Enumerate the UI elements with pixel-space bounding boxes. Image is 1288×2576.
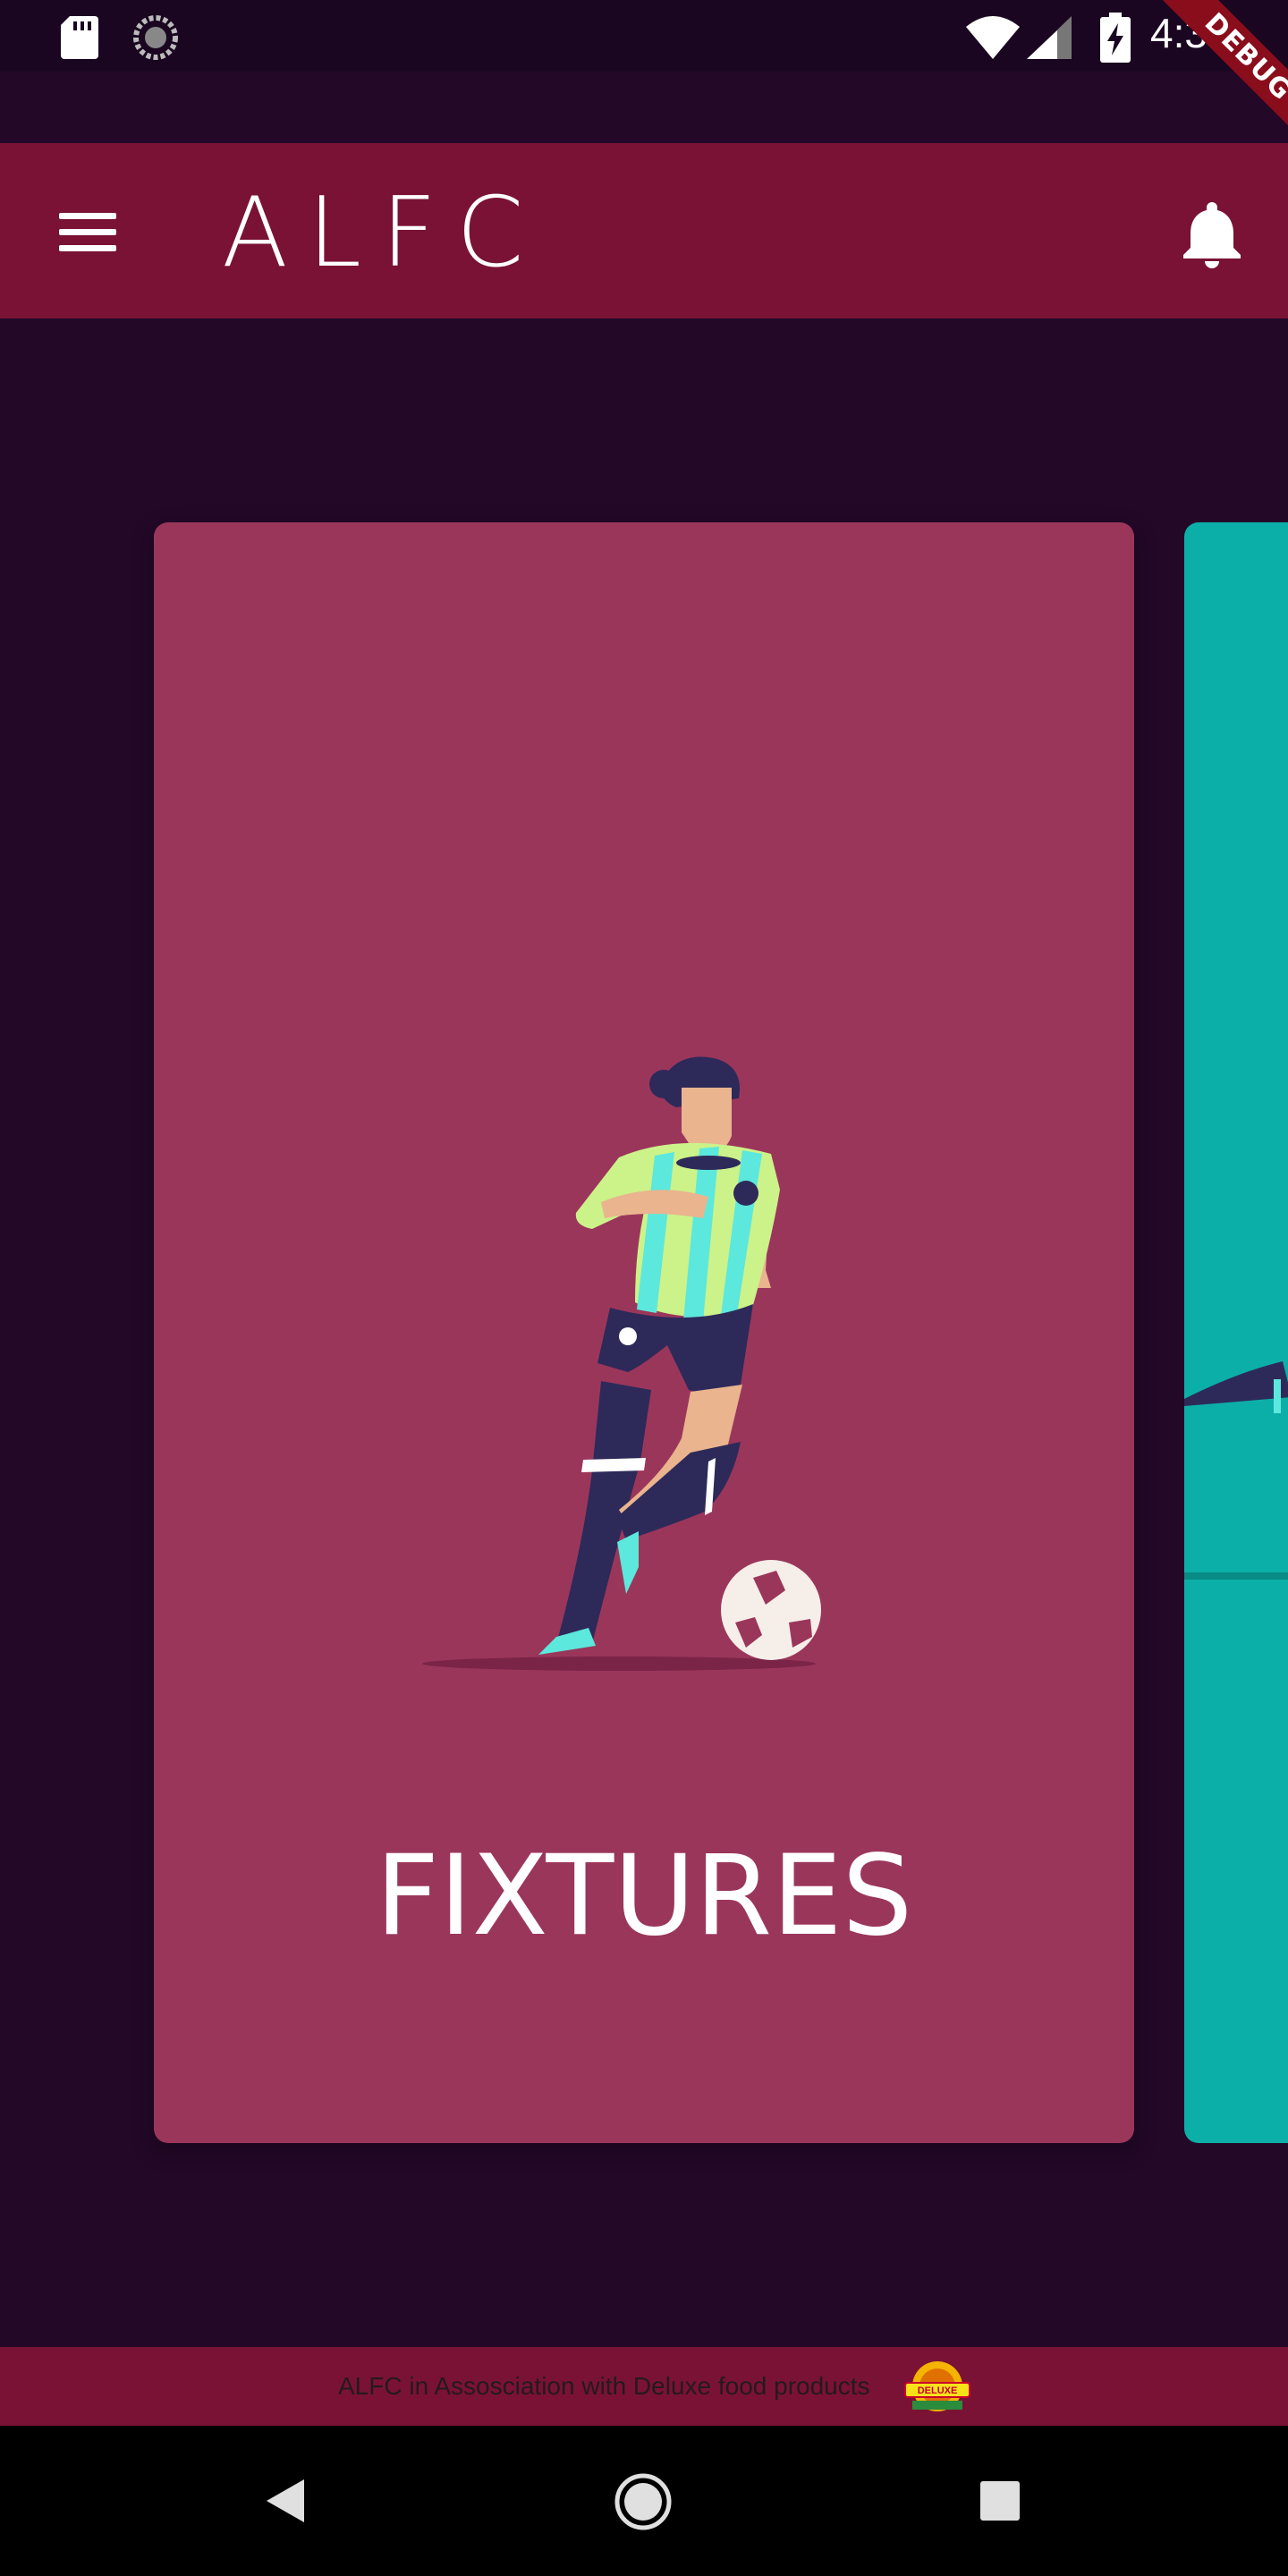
fixtures-card-label: FIXTURES (375, 1832, 913, 1961)
sponsor-banner: ALFC in Assosciation with Deluxe food pr… (0, 2347, 1288, 2426)
sponsor-text: ALFC in Assosciation with Deluxe food pr… (338, 2372, 870, 2400)
status-bar: 4:31 DEBUG (0, 0, 1288, 154)
bell-icon[interactable] (1179, 199, 1245, 268)
recents-icon[interactable] (980, 2481, 1020, 2521)
home-icon[interactable] (614, 2472, 673, 2531)
card-illustration (1184, 1361, 1288, 1580)
menu-button[interactable] (47, 195, 132, 267)
next-card[interactable] (1184, 522, 1288, 2143)
back-icon[interactable] (265, 2478, 306, 2524)
sd-card-icon (61, 16, 98, 59)
wifi-icon (966, 16, 1020, 59)
app-title: ALFC (222, 177, 544, 289)
app-bar (0, 143, 1288, 318)
svg-text:DELUXE: DELUXE (918, 2385, 958, 2396)
fixtures-card[interactable]: FIXTURES (154, 522, 1134, 2143)
deluxe-logo: DELUXE (904, 2361, 970, 2411)
football-player-illustration (422, 1056, 821, 1671)
sync-icon (133, 15, 178, 60)
battery-charging-icon (1100, 13, 1131, 63)
signal-icon (1027, 16, 1072, 59)
